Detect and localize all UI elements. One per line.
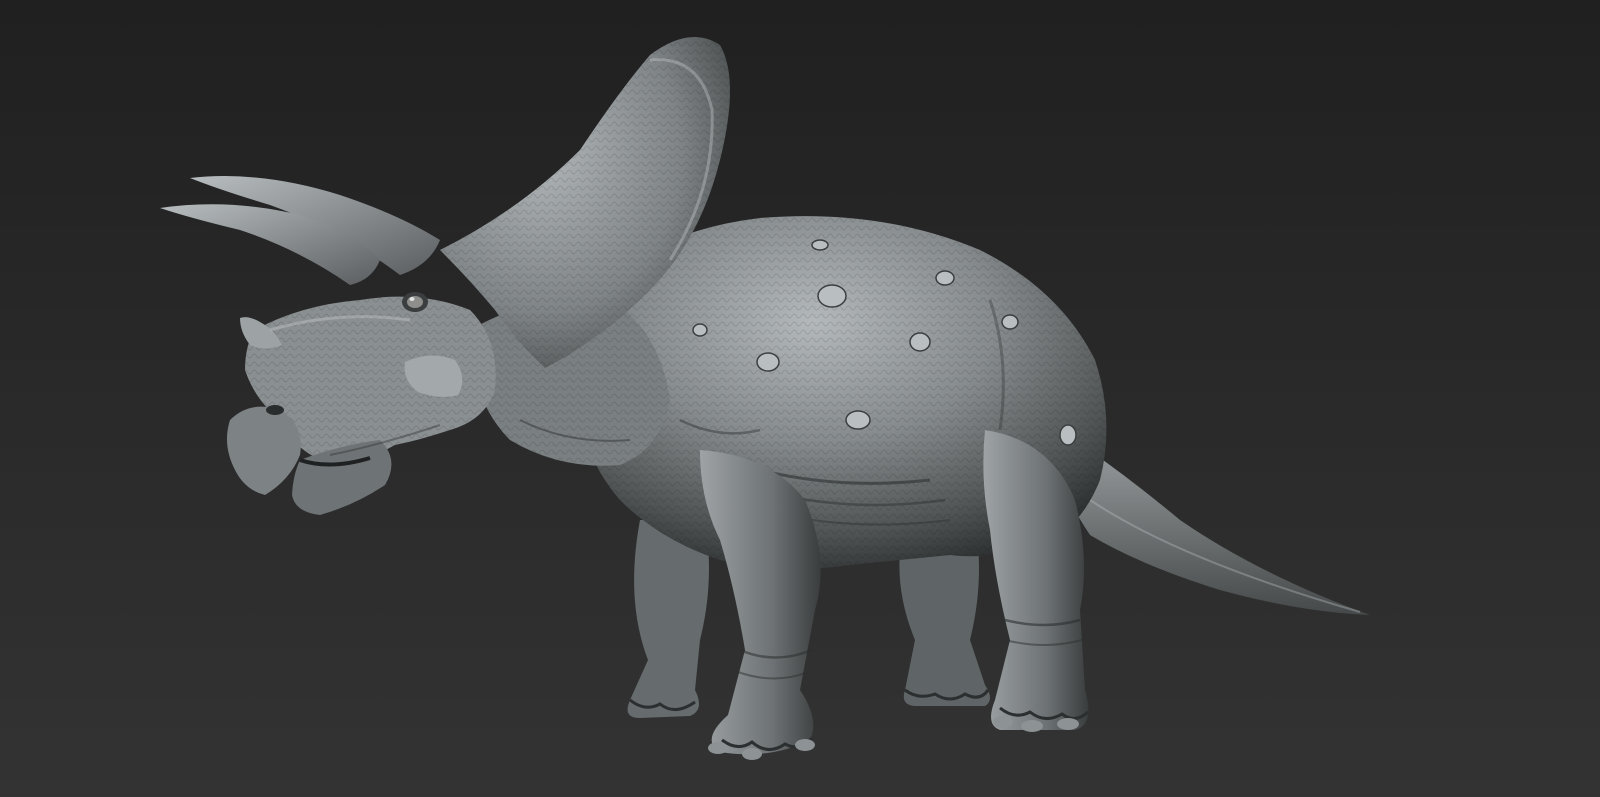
render-viewport	[0, 0, 1600, 797]
eye	[402, 292, 428, 312]
nostril	[266, 405, 284, 415]
viewport-canvas	[0, 0, 1600, 797]
